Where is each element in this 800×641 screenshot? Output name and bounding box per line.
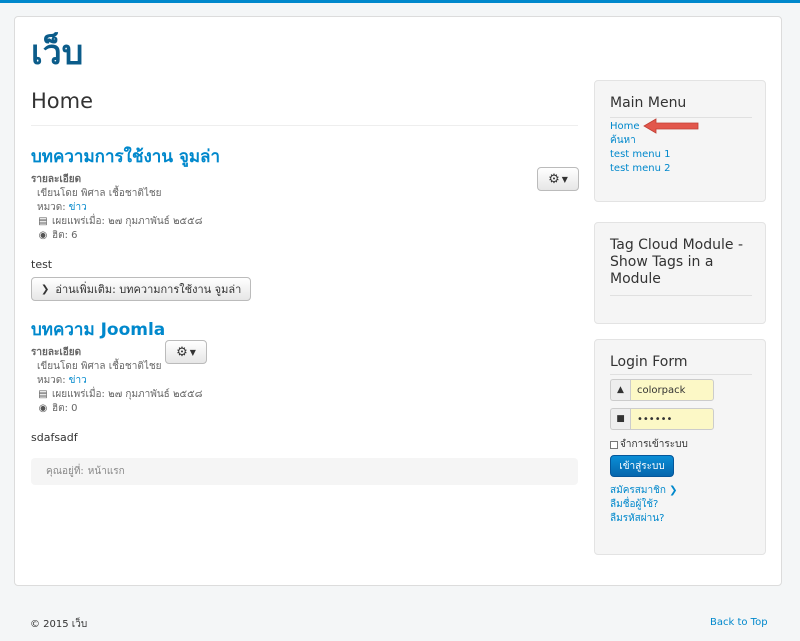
author-text: เขียนโดย พิศาล เชื้อชาติไชย <box>37 361 162 372</box>
menu-item-test-2[interactable]: test menu 2 <box>610 162 671 176</box>
gear-icon: ⚙ <box>548 171 560 187</box>
remember-me[interactable]: จำการเข้าระบบ <box>610 437 688 452</box>
hits-text: ฮิต: 0 <box>52 403 78 414</box>
login-button[interactable]: เข้าสู่ระบบ <box>610 455 674 477</box>
divider <box>610 295 752 296</box>
hits-row: ◉ ฮิต: 6 <box>31 229 202 243</box>
read-more-label: อ่านเพิ่มเติม: บทความการใช้งาน จูมล่า <box>55 283 242 296</box>
menu-item-home[interactable]: Home <box>610 120 640 134</box>
username-group: ▲ colorpack <box>610 379 714 401</box>
password-group: ■ •••••• <box>610 408 714 430</box>
breadcrumb-label: คุณอยู่ที่: <box>46 466 84 477</box>
eye-icon: ◉ <box>38 403 48 414</box>
register-link[interactable]: สมัครสมาชิก ❯ <box>610 484 678 498</box>
read-more-button[interactable]: ❯ อ่านเพิ่มเติม: บทความการใช้งาน จูมล่า <box>31 277 252 301</box>
chevron-right-icon: ❯ <box>669 485 678 496</box>
published-row: ▤ เผยแพร่เมื่อ: ๒๗ กุมภาพันธ์ ๒๕๕๘ <box>31 388 202 402</box>
top-accent-bar <box>0 0 800 3</box>
eye-icon: ◉ <box>38 230 48 241</box>
author-row: เขียนโดย พิศาล เชื้อชาติไชย <box>31 187 202 201</box>
divider <box>610 374 752 375</box>
calendar-icon: ▤ <box>38 389 48 400</box>
article-tools-button[interactable]: ⚙ ▼ <box>165 340 207 364</box>
article-intro-2: sdafsadf <box>31 431 78 444</box>
details-label: รายละเอียด <box>31 174 82 185</box>
chevron-down-icon: ▼ <box>561 174 568 184</box>
module-title: Login Form <box>610 354 688 370</box>
module-title: Main Menu <box>610 95 687 111</box>
category-row: หมวด: ข่าว <box>31 374 202 388</box>
article-intro-1: test <box>31 258 53 271</box>
calendar-icon: ▤ <box>38 216 48 227</box>
article-tools-button[interactable]: ⚙ ▼ <box>537 167 579 191</box>
user-icon: ▲ <box>610 379 630 401</box>
site-title[interactable]: เว็บ <box>31 29 83 77</box>
chevron-right-icon: ❯ <box>41 283 50 295</box>
hits-row: ◉ ฮิต: 0 <box>31 402 202 416</box>
forgot-password-link[interactable]: ลืมรหัสผ่าน? <box>610 512 664 526</box>
register-label: สมัครสมาชิก <box>610 485 666 496</box>
page-title: Home <box>31 89 94 113</box>
login-module: Login Form ▲ colorpack ■ •••••• จำการเข้… <box>594 339 766 555</box>
lock-icon: ■ <box>610 408 630 430</box>
category-link[interactable]: ข่าว <box>69 201 87 215</box>
forgot-username-link[interactable]: ลืมชื่อผู้ใช้? <box>610 498 658 512</box>
content-panel: เว็บ Home บทความการใช้งาน จูมล่า รายละเอ… <box>14 16 782 586</box>
chevron-down-icon: ▼ <box>189 347 196 357</box>
published-row: ▤ เผยแพร่เมื่อ: ๒๗ กุมภาพันธ์ ๒๕๕๘ <box>31 215 202 229</box>
author-text: เขียนโดย พิศาล เชื้อชาติไชย <box>37 188 162 199</box>
article-title-1[interactable]: บทความการใช้งาน จูมล่า <box>31 143 220 170</box>
footer-copyright: © 2015 เว็บ <box>30 619 88 630</box>
tag-cloud-module: Tag Cloud Module - Show Tags in a Module <box>594 222 766 324</box>
remember-checkbox[interactable] <box>610 440 618 449</box>
menu-item-test-1[interactable]: test menu 1 <box>610 148 671 162</box>
breadcrumb: คุณอยู่ที่: หน้าแรก <box>31 458 578 485</box>
article-details-1: รายละเอียด เขียนโดย พิศาล เชื้อชาติไชย ห… <box>31 173 202 243</box>
main-menu-module: Main Menu Home ค้นหา test menu 1 test me… <box>594 80 766 202</box>
module-title: Tag Cloud Module - Show Tags in a Module <box>610 237 743 287</box>
category-label: หมวด: <box>37 375 66 386</box>
breadcrumb-current: หน้าแรก <box>87 466 125 477</box>
divider <box>31 125 578 126</box>
published-text: เผยแพร่เมื่อ: ๒๗ กุมภาพันธ์ ๒๕๕๘ <box>52 389 203 400</box>
annotation-arrow <box>643 118 699 134</box>
back-to-top-link[interactable]: Back to Top <box>710 617 768 628</box>
hits-text: ฮิต: 6 <box>52 230 78 241</box>
menu-item-search[interactable]: ค้นหา <box>610 134 636 148</box>
category-link[interactable]: ข่าว <box>69 374 87 388</box>
remember-label: จำการเข้าระบบ <box>620 439 688 450</box>
published-text: เผยแพร่เมื่อ: ๒๗ กุมภาพันธ์ ๒๕๕๘ <box>52 216 203 227</box>
category-row: หมวด: ข่าว <box>31 201 202 215</box>
username-field[interactable]: colorpack <box>630 379 714 401</box>
article-title-2[interactable]: บทความ Joomla <box>31 316 165 343</box>
gear-icon: ⚙ <box>176 344 188 360</box>
category-label: หมวด: <box>37 202 66 213</box>
password-field[interactable]: •••••• <box>630 408 714 430</box>
